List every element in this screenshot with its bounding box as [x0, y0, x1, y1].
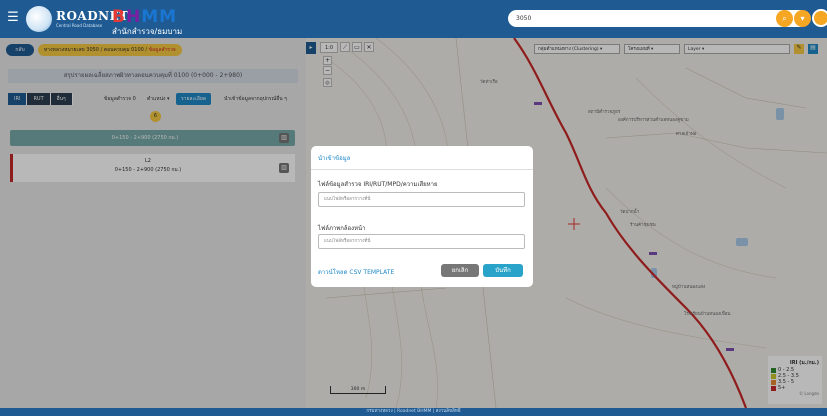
search-icon[interactable]: ⌕ — [776, 10, 793, 27]
roadnet-logo — [26, 6, 52, 32]
search-input[interactable]: 3050 — [508, 10, 808, 27]
top-bar: ☰ ROADNET Central Road Database BHMM สำน… — [0, 0, 827, 38]
cancel-button[interactable]: ยกเลิก — [441, 264, 479, 277]
survey-file-input[interactable]: แนบไฟล์หรือลากวางที่นี่ — [318, 192, 525, 207]
brand-subtitle: Central Road Database — [56, 23, 103, 28]
app-logo: BHMM — [112, 7, 177, 27]
app-logo-b: B — [112, 7, 126, 27]
app-logo-h: H — [125, 7, 142, 27]
modal-divider — [311, 169, 533, 170]
save-button[interactable]: บันทึก — [483, 264, 523, 277]
filter-icon[interactable]: ▾ — [794, 10, 811, 27]
app-logo-mm: MM — [141, 7, 178, 27]
camera-file-label: ไฟล์ภาพกล้องหน้า — [318, 225, 366, 232]
import-modal: นำเข้าข้อมูล ไฟล์ข้อมูลสำรวจ IRI/RUT/MPD… — [311, 146, 533, 287]
survey-file-label: ไฟล์ข้อมูลสำรวจ IRI/RUT/MPD/ความเสียหาย — [318, 181, 438, 188]
department-name: สำนักสำรวจ/ธมบาม — [112, 27, 183, 36]
avatar[interactable] — [812, 9, 827, 27]
download-template-link[interactable]: ดาวน์โหลด CSV TEMPLATE — [318, 267, 394, 277]
footer: กรมทางหลวง | Roadnet BHMM | สงวนลิขสิทธิ… — [0, 408, 827, 416]
camera-file-input[interactable]: แนบไฟล์หรือลากวางที่นี่ — [318, 234, 525, 249]
modal-title: นำเข้าข้อมูล — [318, 155, 351, 162]
menu-icon[interactable]: ☰ — [6, 11, 20, 25]
